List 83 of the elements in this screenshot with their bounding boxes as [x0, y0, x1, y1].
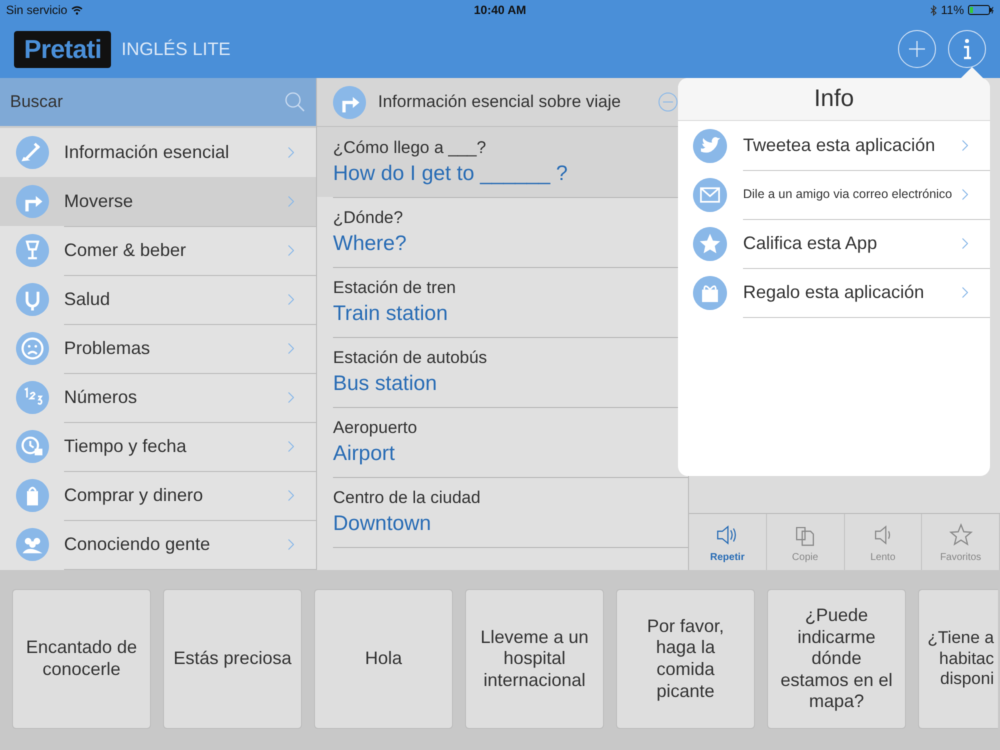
battery-icon — [968, 5, 994, 15]
section-title: Información esencial sobre viaje — [378, 92, 622, 112]
category-label: Información esencial — [64, 142, 230, 162]
category-icon — [16, 234, 49, 267]
category-icon — [16, 185, 49, 218]
chevron-icon — [288, 342, 294, 354]
info-icon — [962, 38, 972, 60]
category-item[interactable]: Problemas — [0, 324, 316, 373]
category-icon — [16, 528, 49, 561]
phrase-source: Estación de tren — [333, 278, 457, 298]
turn-arrow-icon — [333, 86, 366, 118]
bluetooth-icon — [930, 4, 937, 16]
category-item[interactable]: Salud — [0, 275, 316, 324]
clock: 10:40 AM — [474, 3, 526, 17]
category-label: Comprar y dinero — [64, 484, 204, 506]
category-label: Tiempo y fecha — [64, 436, 188, 456]
info-item-icon — [693, 226, 727, 260]
category-icon — [16, 136, 49, 169]
info-button[interactable] — [948, 30, 986, 68]
star-icon — [948, 522, 974, 548]
phrase-card[interactable]: Estás preciosa — [163, 589, 302, 729]
category-label: Comer & beber — [64, 240, 188, 260]
category-icon — [16, 479, 49, 512]
chevron-icon — [288, 392, 294, 402]
plus-icon — [908, 40, 926, 58]
chevron-icon — [962, 286, 968, 298]
category-label: Moverse — [64, 190, 134, 212]
chevron-icon — [288, 440, 294, 452]
info-menu-item[interactable]: Regalo esta aplicación — [678, 268, 990, 317]
category-icon — [16, 332, 49, 365]
info-item-label: Tweetea esta aplicación — [743, 134, 936, 156]
phrase-source: ¿Dónde? — [333, 208, 404, 228]
phrase-source: Estación de autobús — [333, 348, 488, 368]
category-item[interactable]: Comprar y dinero — [0, 471, 316, 520]
category-icon — [16, 381, 49, 414]
chevron-icon — [962, 188, 968, 200]
info-menu-item[interactable]: Califica esta App — [678, 219, 990, 268]
chevron-icon — [288, 538, 294, 550]
category-label: Salud — [64, 288, 112, 310]
app-logo: Pretati — [14, 30, 112, 68]
category-item[interactable]: Tiempo y fecha — [0, 422, 316, 471]
carrier-label: Sin servicio — [6, 3, 68, 17]
collapse-icon[interactable] — [658, 92, 678, 112]
chevron-icon — [288, 196, 294, 206]
phrase-card[interactable]: ¿Puede indicarme dónde estamos en el mapa? — [767, 589, 906, 729]
info-item-label: Regalo esta aplicación — [743, 282, 926, 302]
category-label: Conociendo gente — [64, 534, 212, 554]
category-item[interactable]: Moverse — [0, 177, 316, 226]
phrase-card[interactable]: Encantado de conocerle — [12, 589, 151, 729]
category-item[interactable]: Números — [0, 373, 316, 422]
phrase-card[interactable]: Hola — [314, 589, 453, 729]
add-button[interactable] — [898, 30, 936, 68]
info-item-icon — [693, 276, 727, 310]
category-item[interactable]: Comer & beber — [0, 226, 316, 275]
info-item-label: Califica esta App — [743, 232, 878, 254]
phrase-source: Aeropuerto — [333, 418, 418, 438]
chevron-icon — [962, 238, 968, 248]
info-item-icon — [693, 128, 727, 162]
chevron-icon — [288, 294, 294, 304]
chevron-icon — [288, 244, 294, 256]
search-field[interactable]: Buscar — [0, 78, 316, 128]
category-item[interactable]: Conociendo gente — [0, 520, 316, 569]
phrase-source: Centro de la ciudad — [333, 488, 482, 508]
search-icon — [284, 91, 306, 113]
info-menu-item[interactable]: Dile a un amigo via correo electrónico — [678, 170, 990, 219]
category-label: Números — [64, 386, 138, 408]
info-menu-item[interactable]: Tweetea esta aplicación — [678, 121, 990, 170]
chevron-icon — [288, 490, 294, 500]
info-item-label: Dile a un amigo via correo electrónico — [743, 187, 954, 201]
battery-percent: 11% — [940, 3, 964, 17]
category-icon — [16, 430, 49, 463]
phrase-card[interactable]: Por favor, haga la comida picante — [616, 589, 755, 729]
phrase-source: ¿Cómo llego a ___? — [333, 138, 488, 158]
phrase-card[interactable]: Lleveme a un hospital internacional — [465, 589, 604, 729]
wifi-icon — [71, 6, 84, 14]
category-label: Problemas — [64, 338, 152, 358]
chevron-icon — [962, 140, 968, 150]
category-icon — [16, 283, 49, 316]
app-title: INGLÉS LITE — [121, 38, 230, 60]
info-item-icon — [693, 178, 727, 212]
phrase-translation[interactable]: Downtown — [333, 512, 688, 536]
phrase-card[interactable]: ¿Tiene a habitac disponi — [918, 589, 998, 729]
chevron-icon — [288, 146, 294, 158]
